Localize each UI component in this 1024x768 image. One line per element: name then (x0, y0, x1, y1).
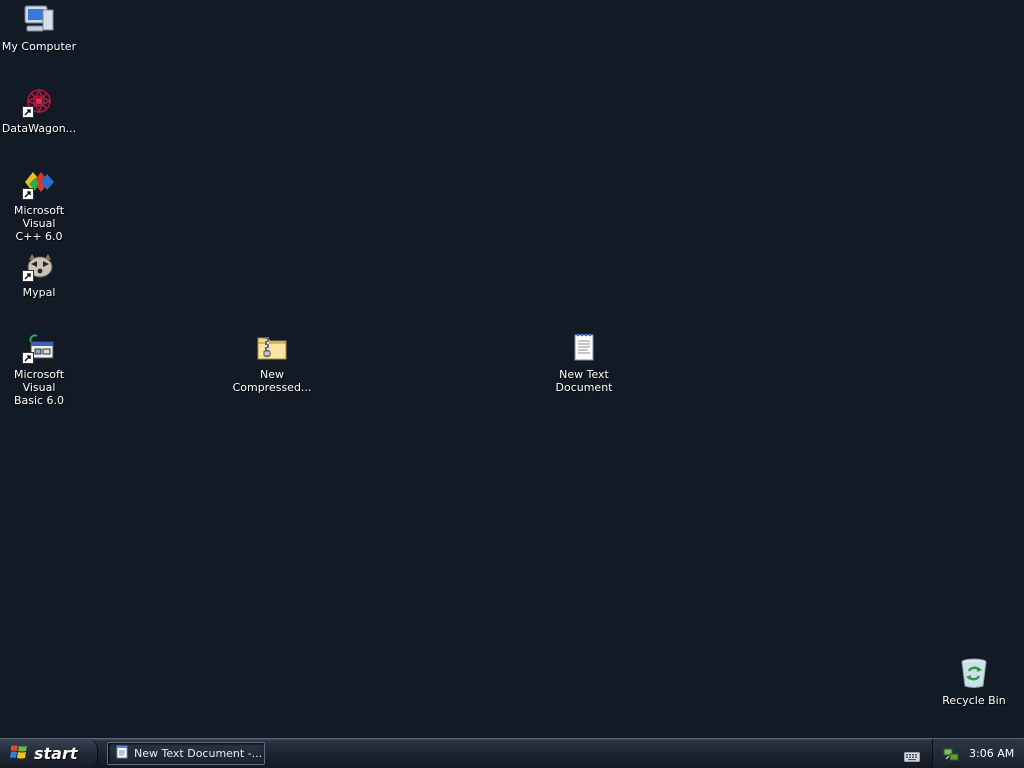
start-label: start (34, 744, 78, 763)
desktop: My Computer DataWagon... Microsoft Visua… (0, 0, 1024, 738)
visual-cpp-icon (22, 166, 56, 200)
visual-basic-icon (22, 330, 56, 364)
zip-folder-icon (255, 330, 289, 364)
desktop-icon-label: Mypal (22, 286, 56, 299)
desktop-icon-label: DataWagon... (1, 122, 77, 135)
desktop-icon-visual-cpp[interactable]: Microsoft Visual C++ 6.0 (0, 166, 79, 243)
text-document-icon (567, 330, 601, 364)
shortcut-arrow-icon (22, 270, 34, 282)
desktop-icon-datawagon[interactable]: DataWagon... (0, 84, 79, 135)
desktop-icon-my-computer[interactable]: My Computer (0, 2, 79, 53)
desktop-icon-mypal[interactable]: Mypal (0, 248, 79, 299)
start-button[interactable]: start (0, 739, 98, 768)
desktop-icon-label: Recycle Bin (942, 694, 1006, 707)
desktop-icon-recycle-bin[interactable]: Recycle Bin (934, 656, 1014, 707)
mypal-icon (22, 248, 56, 282)
desktop-icon-label: New Text Document (555, 368, 613, 394)
network-icon[interactable] (943, 746, 959, 762)
shortcut-arrow-icon (22, 352, 34, 364)
datawagon-icon (22, 84, 56, 118)
desktop-icon-new-compressed-folder[interactable]: New Compressed... (232, 330, 312, 394)
taskbar-button-new-text-document[interactable]: New Text Document -... (107, 742, 265, 765)
taskbar-button-label: New Text Document -... (134, 747, 263, 760)
windows-logo-icon (10, 744, 28, 764)
my-computer-icon (22, 2, 56, 36)
desktop-icon-new-text-document[interactable]: New Text Document (544, 330, 624, 394)
desktop-icon-visual-basic[interactable]: Microsoft Visual Basic 6.0 (0, 330, 79, 407)
desktop-icon-label: My Computer (1, 40, 77, 53)
shortcut-arrow-icon (22, 106, 34, 118)
desktop-icon-label: Microsoft Visual Basic 6.0 (13, 368, 65, 407)
desktop-icon-label: Microsoft Visual C++ 6.0 (13, 204, 65, 243)
shortcut-arrow-icon (22, 188, 34, 200)
notepad-icon (116, 744, 128, 763)
recycle-bin-icon (957, 656, 991, 690)
taskbar: start New Text Document -... 3:06 AM (0, 738, 1024, 768)
clock: 3:06 AM (969, 747, 1015, 760)
keyboard-icon[interactable] (904, 748, 920, 762)
system-tray: 3:06 AM (932, 739, 1024, 768)
desktop-icon-label: New Compressed... (232, 368, 312, 394)
